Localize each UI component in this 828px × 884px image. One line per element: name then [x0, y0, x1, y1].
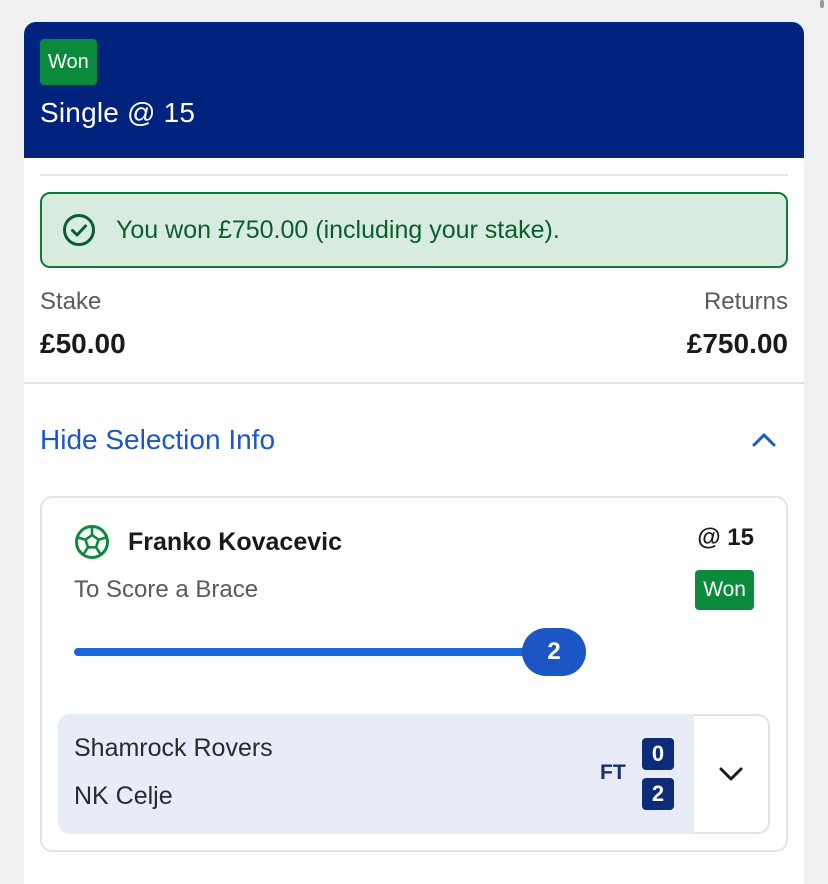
progress-track	[74, 648, 554, 656]
bet-status-badge: Won	[40, 39, 97, 85]
stake-block: Stake £50.00	[40, 288, 126, 360]
bet-card: Won Single @ 15 You won £750.00 (includi…	[24, 22, 804, 884]
match-info[interactable]: Shamrock Rovers NK Celje FT 0 2	[58, 714, 694, 834]
selection-status-badge: Won	[695, 570, 754, 610]
stake-returns-row: Stake £50.00 Returns £750.00	[24, 268, 804, 360]
chevron-up-icon[interactable]	[750, 426, 778, 454]
match-status: FT	[600, 761, 626, 784]
away-team-name: NK Celje	[74, 782, 173, 810]
win-result-text: You won £750.00 (including your stake).	[116, 215, 560, 244]
selection-info-toggle-label[interactable]: Hide Selection Info	[40, 424, 275, 456]
bet-header: Won Single @ 15	[24, 22, 804, 158]
divider	[40, 174, 788, 176]
returns-value: £750.00	[686, 328, 788, 359]
selection-card: Franko Kovacevic @ 15 To Score a Brace W…	[40, 496, 788, 852]
returns-block: Returns £750.00	[687, 288, 788, 360]
selection-odds: @ 15	[697, 524, 754, 551]
bet-title: Single @ 15	[40, 97, 196, 128]
home-score: 0	[642, 738, 674, 770]
progress-count-bubble: 2	[522, 628, 586, 676]
match-expand-button[interactable]	[694, 714, 770, 834]
market-name: To Score a Brace	[74, 576, 259, 603]
away-score: 2	[642, 778, 674, 810]
scrollbar-thumb[interactable]	[820, 0, 824, 8]
match-row: Shamrock Rovers NK Celje FT 0 2	[58, 714, 770, 834]
win-result-banner: You won £750.00 (including your stake).	[40, 192, 788, 268]
selection-info-toggle[interactable]: Hide Selection Info	[24, 384, 804, 496]
stake-value: £50.00	[40, 328, 126, 359]
brace-progress-bar: 2	[74, 628, 586, 676]
selection-header: Franko Kovacevic @ 15	[42, 498, 786, 560]
returns-label: Returns	[703, 288, 788, 315]
home-team-name: Shamrock Rovers	[74, 734, 273, 762]
football-icon	[75, 525, 109, 559]
stake-label: Stake	[40, 288, 102, 315]
selection-player: Franko Kovacevic	[74, 524, 342, 560]
player-name: Franko Kovacevic	[128, 527, 342, 556]
check-circle-icon	[63, 214, 95, 246]
market-row: To Score a Brace Won	[42, 560, 786, 610]
chevron-down-icon[interactable]	[717, 760, 745, 788]
